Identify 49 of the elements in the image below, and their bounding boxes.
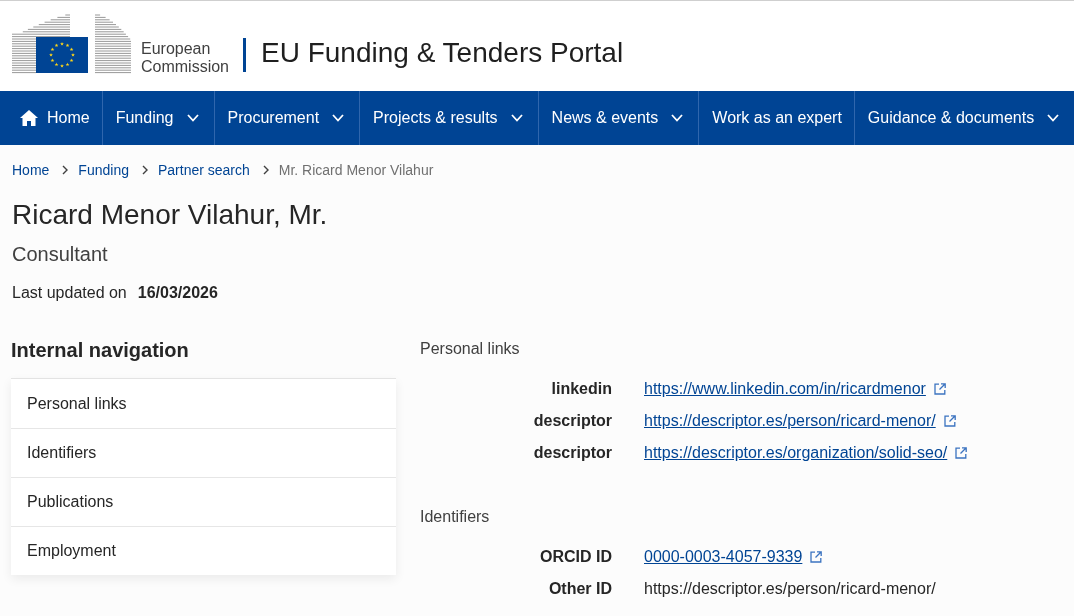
last-updated-label: Last updated on — [12, 283, 127, 303]
chevron-down-icon — [332, 114, 345, 122]
external-link[interactable]: 0000-0003-4057-9339 — [644, 546, 823, 568]
chevron-down-icon — [671, 114, 684, 122]
internal-nav-item[interactable]: Publications — [11, 477, 396, 526]
chevron-down-icon — [186, 114, 199, 122]
nav-item[interactable]: Home — [0, 91, 103, 145]
chevron-right-icon — [141, 165, 148, 175]
section-heading: Internal navigation — [11, 338, 190, 363]
internal-nav-item[interactable]: Identifiers — [11, 428, 396, 477]
logo-text: Commission — [141, 58, 229, 76]
section-title: Identifiers — [420, 507, 491, 527]
section-title: Personal links — [420, 339, 521, 359]
nav-item[interactable]: Funding — [102, 91, 215, 145]
field-label: Other ID — [547, 579, 612, 599]
external-link-icon — [933, 383, 946, 395]
breadcrumb-link[interactable]: Home — [12, 160, 50, 180]
chevron-down-icon — [1047, 114, 1060, 122]
field-label: linkedin — [550, 379, 612, 399]
chevron-down-icon — [510, 114, 523, 122]
field-value: https://descriptor.es/person/ricard-menor/ — [644, 579, 936, 599]
nav-item[interactable]: News & events — [538, 91, 700, 145]
home-icon — [20, 110, 38, 126]
nav-item[interactable]: Projects & results — [360, 91, 539, 145]
external-link[interactable]: https://descriptor.es/person/ricard-menor/ — [644, 410, 956, 432]
breadcrumb-link[interactable]: Partner search — [157, 160, 250, 180]
nav-item[interactable]: Guidance & documents — [854, 91, 1074, 145]
breadcrumb-link[interactable]: Funding — [78, 160, 129, 180]
page-title: Ricard Menor Vilahur, Mr. — [12, 198, 329, 232]
nav-item[interactable]: Procurement — [214, 91, 361, 145]
external-link-icon — [943, 415, 956, 427]
logo-text: European — [141, 40, 212, 58]
internal-nav-item[interactable]: Personal links — [11, 379, 396, 428]
chevron-right-icon — [62, 165, 69, 175]
external-link-icon — [810, 551, 823, 563]
portal-title: EU Funding & Tenders Portal — [261, 36, 624, 70]
nav-item[interactable]: Work as an expert — [699, 91, 855, 145]
internal-nav-item[interactable]: Employment — [11, 526, 396, 575]
last-updated-date: 16/03/2026 — [137, 283, 218, 303]
logo-icon — [12, 14, 132, 74]
person-role: Consultant — [12, 242, 109, 267]
breadcrumb-current: Mr. Ricard Menor Vilahur — [278, 161, 434, 180]
field-label: descriptor — [532, 443, 612, 463]
external-link[interactable]: https://descriptor.es/organization/solid-seo/ — [644, 442, 968, 464]
chevron-right-icon — [262, 165, 269, 175]
external-link[interactable]: https://www.linkedin.com/in/ricardmenor — [644, 378, 946, 400]
external-link-icon — [955, 447, 968, 459]
field-label: ORCID ID — [539, 547, 612, 567]
field-label: descriptor — [532, 411, 612, 431]
